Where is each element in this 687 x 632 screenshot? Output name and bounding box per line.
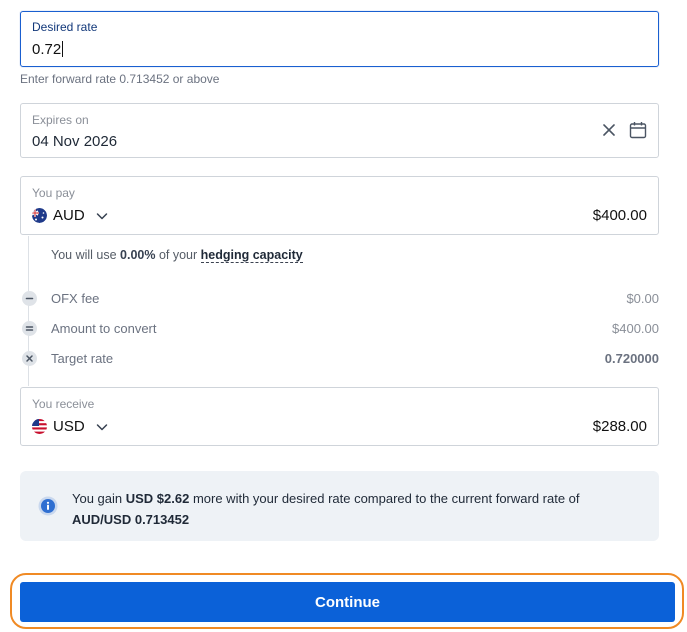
hedging-capacity-link[interactable]: hedging capacity bbox=[200, 248, 303, 263]
fee-label: OFX fee bbox=[51, 291, 100, 306]
equals-icon bbox=[22, 321, 37, 336]
multiply-icon bbox=[22, 351, 37, 366]
desired-rate-input[interactable]: 0.72 bbox=[32, 41, 64, 58]
convert-row: Amount to convert $400.00 bbox=[20, 319, 659, 339]
info-icon bbox=[38, 496, 58, 516]
fee-value: $0.00 bbox=[626, 291, 659, 306]
target-rate-value: 0.720000 bbox=[604, 351, 659, 366]
info-message: You gain USD $2.62 more with your desire… bbox=[72, 488, 642, 530]
pay-field: You pay AUD $400.00 bbox=[20, 176, 659, 235]
rate-helper-text: Enter forward rate 0.713452 or above bbox=[20, 72, 220, 86]
info-pair-rate: AUD/USD 0.713452 bbox=[72, 512, 190, 527]
desired-rate-field[interactable]: Desired rate 0.72 bbox=[20, 11, 659, 67]
convert-label: Amount to convert bbox=[51, 321, 157, 336]
desired-rate-value: 0.72 bbox=[32, 41, 62, 58]
clear-icon[interactable] bbox=[601, 122, 617, 138]
hedging-capacity-text: You will use 0.00% of your hedging capac… bbox=[51, 248, 303, 263]
convert-value: $400.00 bbox=[612, 321, 659, 336]
receive-currency-select[interactable]: USD bbox=[32, 418, 109, 435]
fee-row: OFX fee $0.00 bbox=[20, 289, 659, 309]
expiry-value: 04 Nov 2026 bbox=[32, 133, 118, 150]
desired-rate-label: Desired rate bbox=[32, 20, 98, 34]
target-rate-row: Target rate 0.720000 bbox=[20, 349, 659, 369]
minus-icon bbox=[22, 291, 37, 306]
expiry-date-field[interactable]: Expires on 04 Nov 2026 bbox=[20, 103, 659, 158]
pay-currency-select[interactable]: AUD bbox=[32, 207, 109, 224]
australia-flag-icon bbox=[32, 208, 47, 223]
info-text-2: more with your desired rate compared to … bbox=[189, 491, 580, 506]
capacity-percent: 0.00% bbox=[120, 248, 156, 262]
pay-label: You pay bbox=[32, 186, 75, 200]
pay-currency-code: AUD bbox=[53, 207, 85, 224]
usa-flag-icon bbox=[32, 419, 47, 434]
chevron-down-icon bbox=[96, 212, 107, 219]
receive-amount[interactable]: $288.00 bbox=[593, 418, 647, 435]
receive-field: You receive USD $288.00 bbox=[20, 387, 659, 446]
receive-label: You receive bbox=[32, 397, 95, 411]
capacity-middle: of your bbox=[155, 248, 201, 262]
calendar-icon[interactable] bbox=[629, 121, 647, 139]
info-gain: USD $2.62 bbox=[125, 491, 190, 506]
expiry-label: Expires on bbox=[32, 113, 89, 127]
capacity-prefix: You will use bbox=[51, 248, 121, 262]
rate-gain-info-box: You gain USD $2.62 more with your desire… bbox=[20, 471, 659, 541]
receive-currency-code: USD bbox=[53, 418, 85, 435]
continue-button[interactable]: Continue bbox=[20, 582, 675, 622]
text-caret bbox=[62, 41, 64, 57]
info-text-1: You gain bbox=[72, 491, 126, 506]
pay-amount[interactable]: $400.00 bbox=[593, 207, 647, 224]
target-rate-label: Target rate bbox=[51, 351, 114, 366]
chevron-down-icon bbox=[96, 423, 107, 430]
